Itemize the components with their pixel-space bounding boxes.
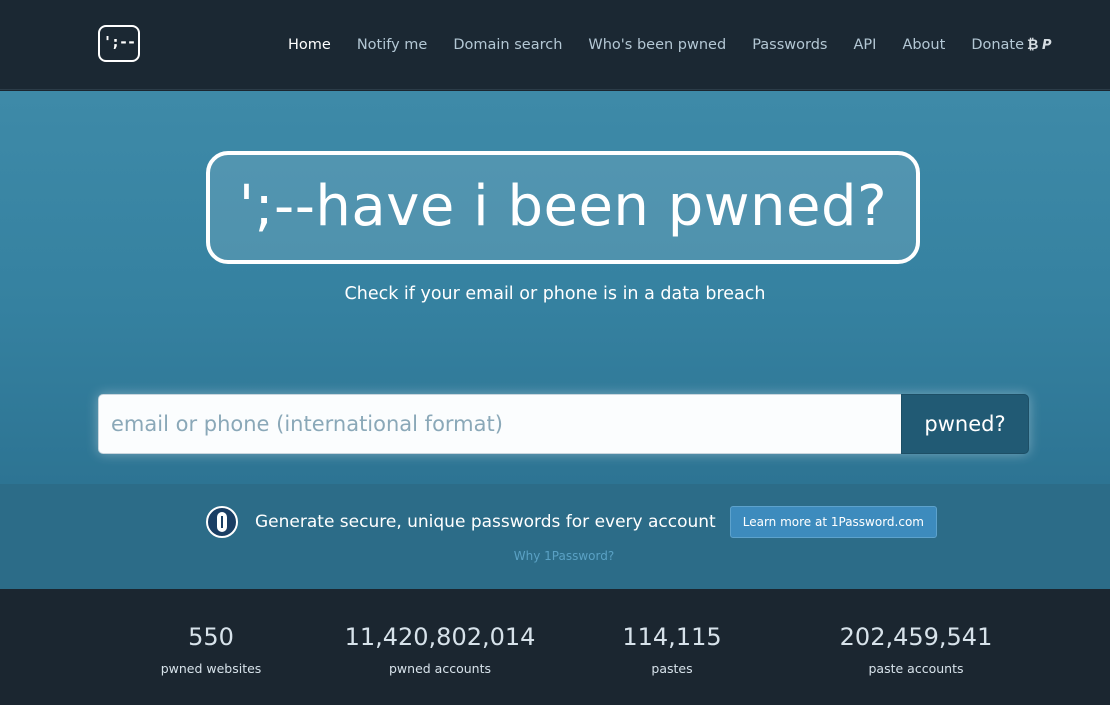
nav-item-whos-been-pwned[interactable]: Who's been pwned: [588, 37, 726, 53]
stat-label: pwned websites: [160, 661, 262, 676]
nav-item-donate[interactable]: Donate ₿ P: [971, 37, 1051, 53]
stat-pwned-accounts: 11,420,802,014 pwned accounts: [340, 621, 540, 676]
stat-value: 202,459,541: [839, 623, 993, 651]
promo-text: Generate secure, unique passwords for ev…: [255, 512, 716, 532]
search-form: pwned?: [98, 394, 1029, 454]
nav-item-home[interactable]: Home: [288, 37, 331, 53]
site-logo[interactable]: ';--: [98, 25, 140, 62]
hero-subtitle: Check if your email or phone is in a dat…: [344, 284, 766, 304]
nav-item-domain-search[interactable]: Domain search: [453, 37, 562, 53]
stats-section: 550 pwned websites 11,420,802,014 pwned …: [0, 589, 1110, 705]
1password-promo: Generate secure, unique passwords for ev…: [0, 484, 1110, 589]
top-navbar: ';-- Home Notify me Domain search Who's …: [0, 0, 1110, 90]
stat-label: paste accounts: [868, 661, 964, 676]
stat-label: pastes: [651, 661, 693, 676]
nav-item-about[interactable]: About: [902, 37, 945, 53]
site-title: ';--have i been pwned?: [238, 174, 888, 239]
nav-item-donate-label: Donate: [971, 37, 1025, 53]
stat-paste-accounts: 202,459,541 paste accounts: [826, 621, 1006, 676]
nav-links: Home Notify me Domain search Who's been …: [288, 0, 1052, 90]
stat-value: 114,115: [622, 623, 722, 651]
nav-item-api[interactable]: API: [853, 37, 876, 53]
stat-value: 550: [188, 623, 234, 651]
stat-value: 11,420,802,014: [344, 623, 536, 651]
promo-row: Generate secure, unique passwords for ev…: [206, 506, 937, 538]
nav-item-passwords[interactable]: Passwords: [752, 37, 827, 53]
bitcoin-icon: ₿: [1027, 37, 1039, 53]
stat-pwned-websites: 550 pwned websites: [151, 621, 271, 676]
pwned-search-button[interactable]: pwned?: [901, 394, 1029, 454]
paypal-icon: P: [1042, 37, 1052, 53]
nav-item-notify-me[interactable]: Notify me: [357, 37, 428, 53]
site-title-box: ';--have i been pwned?: [206, 151, 920, 264]
learn-more-1password-button[interactable]: Learn more at 1Password.com: [729, 506, 937, 538]
why-1password-link[interactable]: Why 1Password?: [0, 549, 1110, 563]
stat-pastes: 114,115 pastes: [602, 621, 742, 676]
stat-label: pwned accounts: [389, 661, 491, 676]
1password-icon: [206, 506, 238, 538]
email-or-phone-input[interactable]: [98, 394, 901, 454]
hero-section: ';--have i been pwned? Check if your ema…: [0, 91, 1110, 484]
